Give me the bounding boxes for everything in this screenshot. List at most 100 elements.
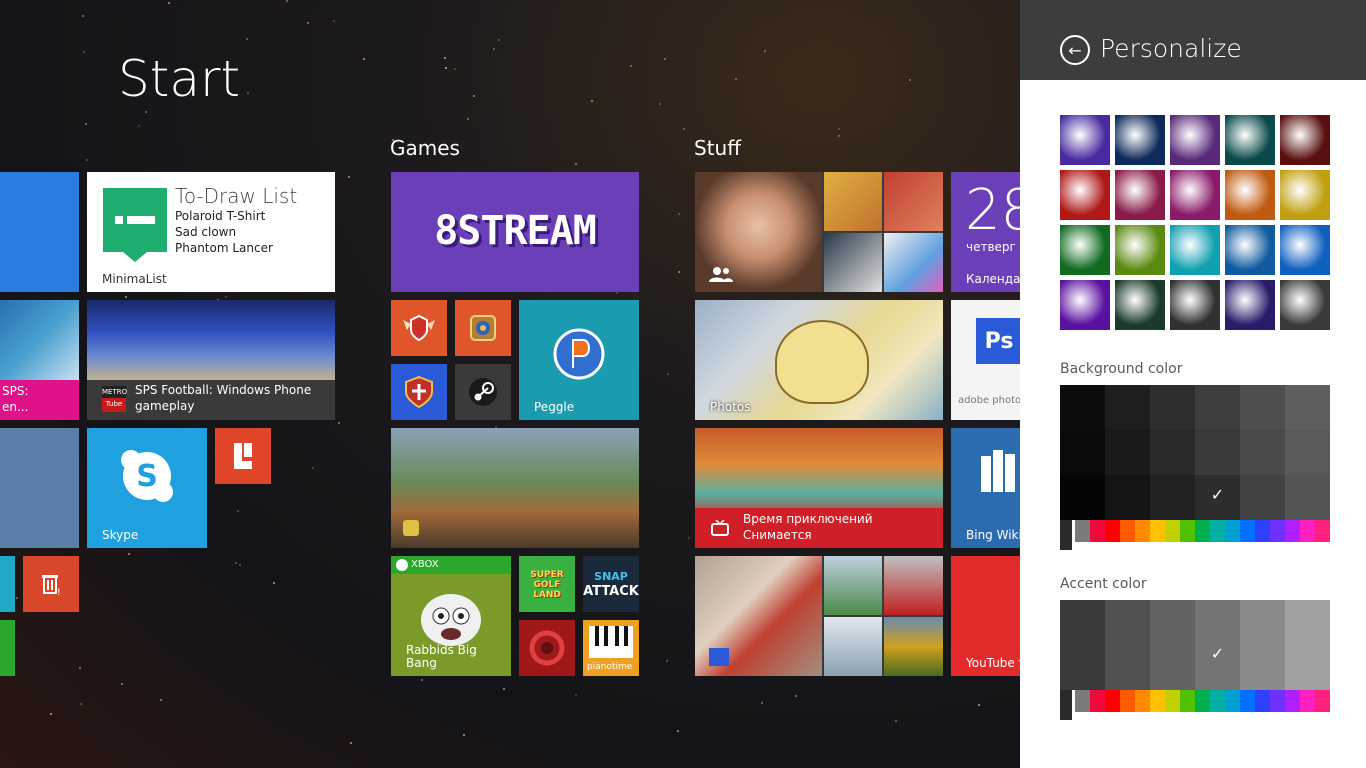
pattern-swatch[interactable]: [1115, 115, 1165, 165]
hue-swatch[interactable]: [1135, 690, 1150, 712]
pattern-swatch[interactable]: [1280, 280, 1330, 330]
hue-swatch[interactable]: [1120, 690, 1135, 712]
background-shade-swatch[interactable]: [1195, 430, 1240, 475]
shield-game-tile[interactable]: [391, 364, 447, 420]
hue-swatch[interactable]: [1150, 520, 1165, 542]
hue-swatch[interactable]: [1255, 690, 1270, 712]
steam-tile[interactable]: [455, 364, 511, 420]
hue-swatch[interactable]: [1075, 520, 1090, 542]
accent-shade-swatch[interactable]: [1240, 600, 1285, 690]
accent-shade-swatch[interactable]: [1060, 600, 1105, 690]
background-shade-swatch[interactable]: [1240, 385, 1285, 430]
hue-swatch[interactable]: [1240, 690, 1255, 712]
hue-swatch[interactable]: [1165, 690, 1180, 712]
sps-partial-tile[interactable]: SPS: en...: [0, 300, 79, 420]
hue-swatch[interactable]: [1315, 520, 1330, 542]
pattern-swatch[interactable]: [1280, 115, 1330, 165]
knights-game-tile[interactable]: [391, 428, 639, 548]
todraw-tile[interactable]: To-Draw List Polaroid T-Shirt Sad clown …: [87, 172, 335, 292]
background-shade-swatch[interactable]: [1060, 385, 1105, 430]
hue-swatch[interactable]: [1090, 690, 1105, 712]
hue-swatch[interactable]: [1225, 520, 1240, 542]
partial-green-tile[interactable]: [0, 620, 15, 676]
pattern-swatch[interactable]: [1170, 280, 1220, 330]
red-ring-game-tile[interactable]: [519, 620, 575, 676]
accent-shade-swatch[interactable]: [1105, 600, 1150, 690]
eightstream-tile[interactable]: 8STREAM: [391, 172, 639, 292]
pattern-swatch[interactable]: [1115, 280, 1165, 330]
accent-shade-swatch[interactable]: ✓: [1195, 600, 1240, 690]
background-shade-swatch[interactable]: [1060, 475, 1105, 520]
pattern-swatch[interactable]: [1280, 170, 1330, 220]
background-shade-swatch[interactable]: [1150, 475, 1195, 520]
hue-swatch[interactable]: [1225, 690, 1240, 712]
hue-swatch[interactable]: [1285, 690, 1300, 712]
accent-hue-slider-thumb[interactable]: [1060, 690, 1072, 720]
hue-swatch[interactable]: [1180, 520, 1195, 542]
winged-game-tile[interactable]: [391, 300, 447, 356]
pattern-swatch[interactable]: [1225, 170, 1275, 220]
accent-shade-swatch[interactable]: [1285, 600, 1330, 690]
hue-swatch[interactable]: [1135, 520, 1150, 542]
background-shade-swatch[interactable]: [1150, 430, 1195, 475]
hue-swatch[interactable]: [1090, 520, 1105, 542]
background-shade-swatch[interactable]: [1105, 385, 1150, 430]
photos-tile[interactable]: Photos: [695, 300, 943, 420]
hue-swatch[interactable]: [1105, 690, 1120, 712]
hue-swatch[interactable]: [1120, 520, 1135, 542]
background-shade-swatch[interactable]: [1285, 475, 1330, 520]
background-hue-slider-thumb[interactable]: [1060, 520, 1072, 550]
photo-collage-tile[interactable]: [695, 556, 943, 676]
pattern-swatch[interactable]: [1060, 280, 1110, 330]
hearthstone-tile[interactable]: [455, 300, 511, 356]
hue-swatch[interactable]: [1195, 690, 1210, 712]
pattern-swatch[interactable]: [1225, 115, 1275, 165]
hue-swatch[interactable]: [1270, 690, 1285, 712]
peggle-tile[interactable]: Peggle: [519, 300, 639, 420]
partial-blue-tile[interactable]: [0, 172, 79, 292]
pattern-swatch[interactable]: [1225, 280, 1275, 330]
background-shade-swatch[interactable]: [1240, 430, 1285, 475]
hue-swatch[interactable]: [1150, 690, 1165, 712]
background-shade-swatch[interactable]: ✓: [1195, 475, 1240, 520]
partial-steel-tile[interactable]: [0, 428, 79, 548]
background-shade-swatch[interactable]: [1060, 430, 1105, 475]
pattern-swatch[interactable]: [1170, 115, 1220, 165]
hue-swatch[interactable]: [1240, 520, 1255, 542]
background-shade-swatch[interactable]: [1195, 385, 1240, 430]
rabbids-tile[interactable]: XBOX Rabbids Big Bang: [391, 556, 511, 676]
hue-swatch[interactable]: [1180, 690, 1195, 712]
sps-football-tile[interactable]: METRO Tube SPS Football: Windows Phone g…: [87, 300, 335, 420]
pattern-swatch[interactable]: [1115, 170, 1165, 220]
hue-swatch[interactable]: [1210, 520, 1225, 542]
snap-attack-tile[interactable]: SNAP ATTACK: [583, 556, 639, 612]
background-shade-swatch[interactable]: [1105, 475, 1150, 520]
background-shade-swatch[interactable]: [1105, 430, 1150, 475]
partial-cyan-tile[interactable]: [0, 556, 15, 612]
pattern-swatch[interactable]: [1060, 225, 1110, 275]
pattern-swatch[interactable]: [1225, 225, 1275, 275]
hue-swatch[interactable]: [1105, 520, 1120, 542]
adventure-time-tile[interactable]: Время приключений Снимается: [695, 428, 943, 548]
hue-swatch[interactable]: [1255, 520, 1270, 542]
background-shade-swatch[interactable]: [1240, 475, 1285, 520]
calendar-tile[interactable]: 28 четверг Календарь: [951, 172, 1020, 292]
skype-tile[interactable]: S Skype: [87, 428, 207, 548]
pattern-swatch[interactable]: [1280, 225, 1330, 275]
super-golf-tile[interactable]: SUPER GOLF LAND: [519, 556, 575, 612]
hue-swatch[interactable]: [1300, 520, 1315, 542]
hue-swatch[interactable]: [1270, 520, 1285, 542]
hue-swatch[interactable]: [1075, 690, 1090, 712]
pianotime-tile[interactable]: pianotime: [583, 620, 639, 676]
hue-swatch[interactable]: [1285, 520, 1300, 542]
hue-swatch[interactable]: [1210, 690, 1225, 712]
people-tile[interactable]: [695, 172, 943, 292]
hue-swatch[interactable]: [1165, 520, 1180, 542]
accent-shade-swatch[interactable]: [1150, 600, 1195, 690]
photoshop-tile[interactable]: Ps adobe photosh: [951, 300, 1020, 420]
back-button[interactable]: ←: [1060, 35, 1090, 65]
background-shade-swatch[interactable]: [1285, 430, 1330, 475]
hue-swatch[interactable]: [1315, 690, 1330, 712]
bookmark-tile[interactable]: [215, 428, 271, 484]
pattern-swatch[interactable]: [1170, 225, 1220, 275]
